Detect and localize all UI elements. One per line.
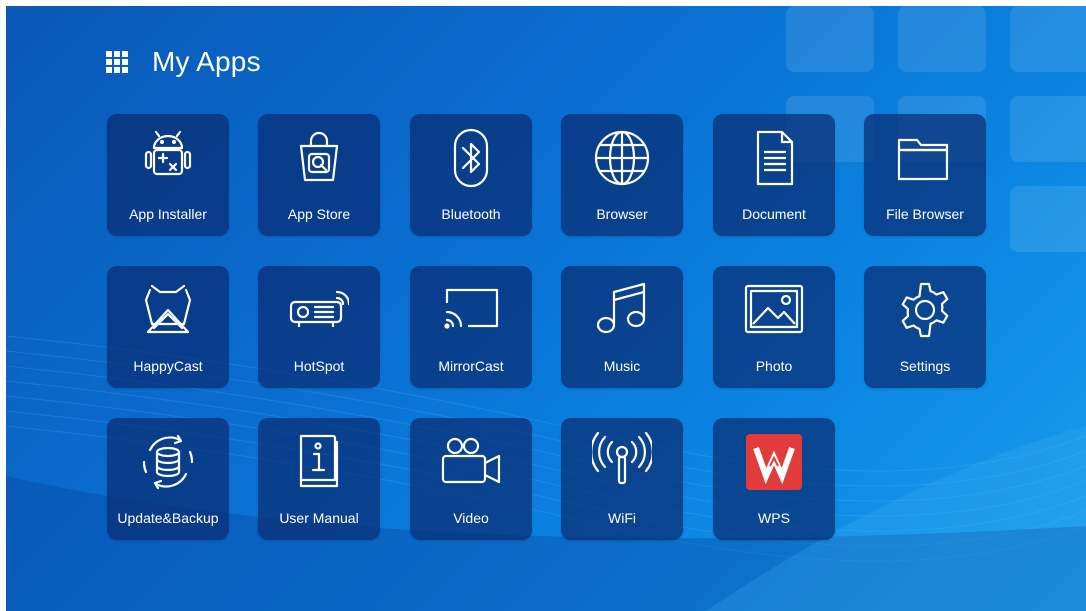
app-tile-user-manual[interactable]: User Manual bbox=[258, 418, 380, 540]
android-installer-icon bbox=[138, 128, 198, 188]
app-label: Video bbox=[453, 510, 489, 526]
app-label: Document bbox=[742, 206, 806, 222]
info-book-icon bbox=[289, 432, 349, 492]
database-sync-icon bbox=[138, 432, 198, 492]
page-title: My Apps bbox=[152, 46, 261, 77]
shopping-bag-icon bbox=[289, 128, 349, 188]
app-tile-bluetooth[interactable]: Bluetooth bbox=[410, 114, 532, 236]
app-label: User Manual bbox=[279, 510, 359, 526]
app-label: App Installer bbox=[129, 206, 207, 222]
app-label: Bluetooth bbox=[441, 206, 501, 222]
app-label: File Browser bbox=[886, 206, 964, 222]
app-tile-settings[interactable]: Settings bbox=[864, 266, 986, 388]
app-label: HappyCast bbox=[133, 358, 203, 374]
happycast-icon bbox=[138, 280, 198, 340]
header: My Apps bbox=[106, 42, 261, 82]
cast-screen-icon bbox=[441, 280, 501, 340]
app-label: WPS bbox=[758, 510, 790, 526]
app-label: Music bbox=[603, 358, 641, 374]
app-tile-happycast[interactable]: HappyCast bbox=[107, 266, 229, 388]
wifi-antenna-icon bbox=[592, 432, 652, 492]
projector-hotspot-icon bbox=[289, 280, 349, 340]
app-label: Browser bbox=[596, 206, 648, 222]
app-tile-hotspot[interactable]: HotSpot bbox=[258, 266, 380, 388]
app-tile-browser[interactable]: Browser bbox=[561, 114, 683, 236]
app-tile-document[interactable]: Document bbox=[713, 114, 835, 236]
app-label: Photo bbox=[755, 358, 793, 374]
app-label: Settings bbox=[899, 358, 951, 374]
document-icon bbox=[744, 128, 804, 188]
app-tile-photo[interactable]: Photo bbox=[713, 266, 835, 388]
app-tile-wps[interactable]: WPS bbox=[713, 418, 835, 540]
video-camera-icon bbox=[441, 432, 501, 492]
gear-icon bbox=[895, 280, 955, 340]
app-tile-update-backup[interactable]: Update&Backup bbox=[107, 418, 229, 540]
app-tile-app-store[interactable]: App Store bbox=[258, 114, 380, 236]
bluetooth-icon bbox=[441, 128, 501, 188]
app-tile-video[interactable]: Video bbox=[410, 418, 532, 540]
app-label: WiFi bbox=[608, 510, 636, 526]
app-label: HotSpot bbox=[293, 358, 345, 374]
app-tile-app-installer[interactable]: App Installer bbox=[107, 114, 229, 236]
app-tile-music[interactable]: Music bbox=[561, 266, 683, 388]
globe-icon bbox=[592, 128, 652, 188]
app-tile-file-browser[interactable]: File Browser bbox=[864, 114, 986, 236]
folder-icon bbox=[895, 128, 955, 188]
wps-logo-icon bbox=[744, 432, 804, 492]
app-tile-wifi[interactable]: WiFi bbox=[561, 418, 683, 540]
app-label: MirrorCast bbox=[438, 358, 504, 374]
app-label: App Store bbox=[287, 206, 351, 222]
photo-icon bbox=[744, 280, 804, 340]
app-label: Update&Backup bbox=[117, 510, 219, 526]
apps-grid-icon[interactable] bbox=[106, 51, 128, 73]
app-launcher-screen: My Apps App Installer App Store Bluetoot… bbox=[6, 6, 1086, 611]
app-tile-mirrorcast[interactable]: MirrorCast bbox=[410, 266, 532, 388]
music-note-icon bbox=[592, 280, 652, 340]
